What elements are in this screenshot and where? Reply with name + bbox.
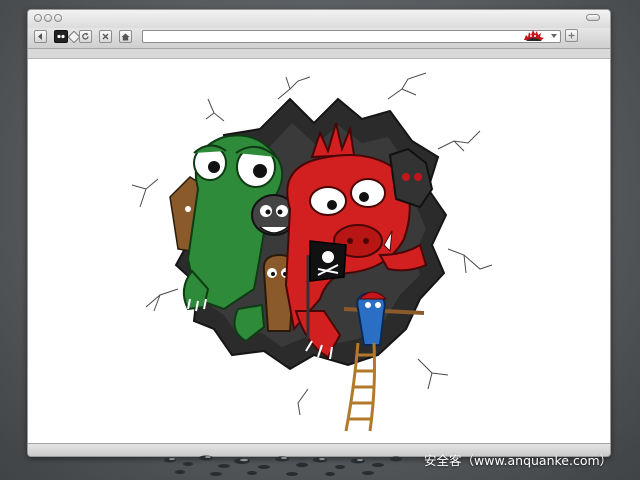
home-button[interactable] [119,30,132,43]
browser-window [27,9,611,457]
address-bar[interactable] [142,30,561,43]
minimize-window-icon[interactable] [44,14,52,22]
browser-toolbar [28,28,610,49]
web-page-viewport [28,58,610,443]
back-button[interactable] [34,30,47,43]
new-tab-button[interactable] [565,29,578,42]
reload-button[interactable] [79,30,92,43]
back-icon [38,33,42,40]
monster-crew-bursting-through-wall-icon [131,72,493,432]
title-bar [28,10,610,28]
close-window-icon[interactable] [34,14,42,22]
tab-icon [57,34,65,39]
toolbar-toggle-icon[interactable] [586,14,600,21]
rubble-stones-icon [164,455,402,476]
stop-button[interactable] [99,30,112,43]
watermark-text: 安全客（www.anquanke.com） [424,453,613,468]
tab-button[interactable] [54,30,68,43]
home-icon [121,33,130,40]
add-icon [568,32,575,39]
dropdown-arrow-icon[interactable] [551,34,557,39]
pirate-mascot-icon[interactable] [523,29,545,43]
reload-icon [82,32,89,40]
stop-icon [102,33,109,40]
zoom-window-icon[interactable] [54,14,62,22]
